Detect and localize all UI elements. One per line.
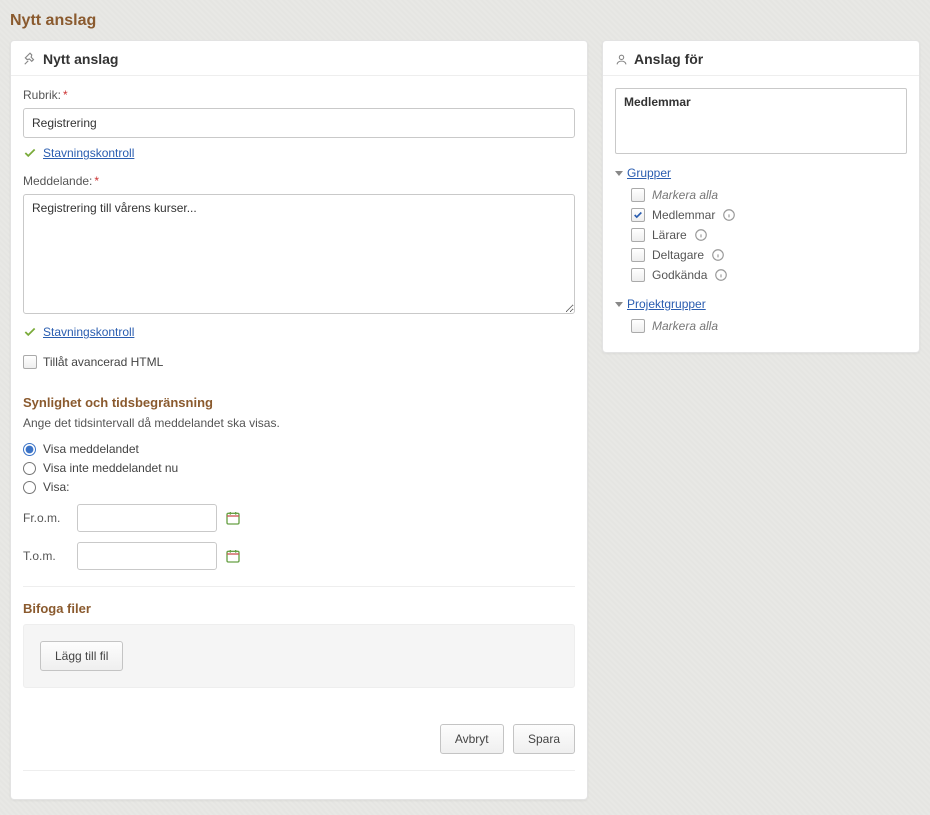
cancel-button[interactable]: Avbryt — [440, 724, 504, 754]
calendar-icon[interactable] — [225, 510, 241, 526]
meddelande-label: Meddelande:* — [23, 174, 575, 188]
from-date-label: Fr.o.m. — [23, 511, 69, 525]
radio-show[interactable] — [23, 443, 36, 456]
new-post-panel: Nytt anslag Rubrik:* Stavningskontroll M… — [10, 40, 588, 800]
spellcheck-icon — [23, 146, 37, 160]
teachers-checkbox[interactable] — [631, 228, 645, 242]
attach-heading: Bifoga filer — [23, 601, 575, 616]
rubrik-input[interactable] — [23, 108, 575, 138]
select-all-projectgroups-checkbox[interactable] — [631, 319, 645, 333]
chevron-down-icon[interactable] — [615, 171, 623, 176]
from-date-input[interactable] — [77, 504, 217, 532]
calendar-icon[interactable] — [225, 548, 241, 564]
person-icon — [615, 53, 628, 66]
teachers-label: Lärare — [652, 228, 687, 242]
selected-audience-item[interactable]: Medlemmar — [624, 95, 898, 109]
chevron-down-icon[interactable] — [615, 302, 623, 307]
select-all-groups-checkbox[interactable] — [631, 188, 645, 202]
rubrik-label: Rubrik:* — [23, 88, 575, 102]
approved-checkbox[interactable] — [631, 268, 645, 282]
radio-hide[interactable] — [23, 462, 36, 475]
select-all-label: Markera alla — [652, 319, 718, 333]
radio-hide-label: Visa inte meddelandet nu — [43, 461, 178, 475]
allow-html-label: Tillåt avancerad HTML — [43, 355, 163, 369]
panel-heading: Nytt anslag — [43, 51, 118, 67]
info-icon[interactable] — [711, 248, 725, 262]
project-groups-link[interactable]: Projektgrupper — [627, 297, 706, 311]
audience-panel: Anslag för Medlemmar Grupper Markera all… — [602, 40, 920, 353]
to-date-label: T.o.m. — [23, 549, 69, 563]
selected-audience-list[interactable]: Medlemmar — [615, 88, 907, 154]
participants-label: Deltagare — [652, 248, 704, 262]
info-icon[interactable] — [714, 268, 728, 282]
meddelande-textarea[interactable]: Registrering till vårens kurser... — [23, 194, 575, 314]
spellcheck-link[interactable]: Stavningskontroll — [43, 325, 134, 339]
participants-checkbox[interactable] — [631, 248, 645, 262]
groups-link[interactable]: Grupper — [627, 166, 671, 180]
pin-icon — [23, 52, 37, 66]
radio-show-label: Visa meddelandet — [43, 442, 139, 456]
info-icon[interactable] — [694, 228, 708, 242]
visibility-help: Ange det tidsintervall då meddelandet sk… — [23, 416, 575, 430]
to-date-input[interactable] — [77, 542, 217, 570]
members-checkbox[interactable] — [631, 208, 645, 222]
visibility-heading: Synlighet och tidsbegränsning — [23, 395, 575, 410]
attach-box: Lägg till fil — [23, 624, 575, 688]
allow-html-checkbox[interactable] — [23, 355, 37, 369]
info-icon[interactable] — [722, 208, 736, 222]
add-file-button[interactable]: Lägg till fil — [40, 641, 123, 671]
radio-range[interactable] — [23, 481, 36, 494]
spellcheck-link[interactable]: Stavningskontroll — [43, 146, 134, 160]
audience-heading: Anslag för — [634, 51, 703, 67]
select-all-label: Markera alla — [652, 188, 718, 202]
approved-label: Godkända — [652, 268, 707, 282]
members-label: Medlemmar — [652, 208, 715, 222]
radio-range-label: Visa: — [43, 480, 69, 494]
save-button[interactable]: Spara — [513, 724, 575, 754]
page-title: Nytt anslag — [10, 0, 920, 40]
spellcheck-icon — [23, 325, 37, 339]
